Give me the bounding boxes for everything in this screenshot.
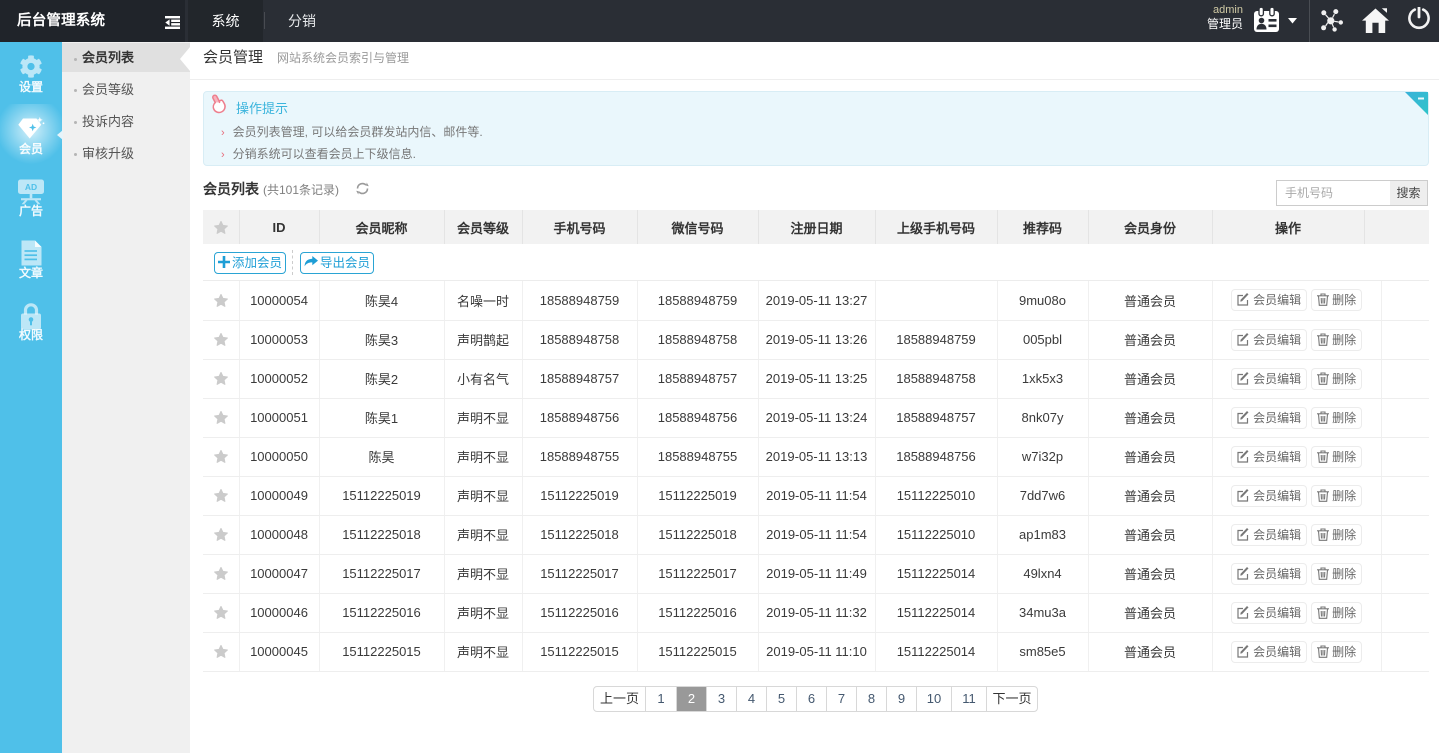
svg-text:AD: AD <box>25 182 37 192</box>
